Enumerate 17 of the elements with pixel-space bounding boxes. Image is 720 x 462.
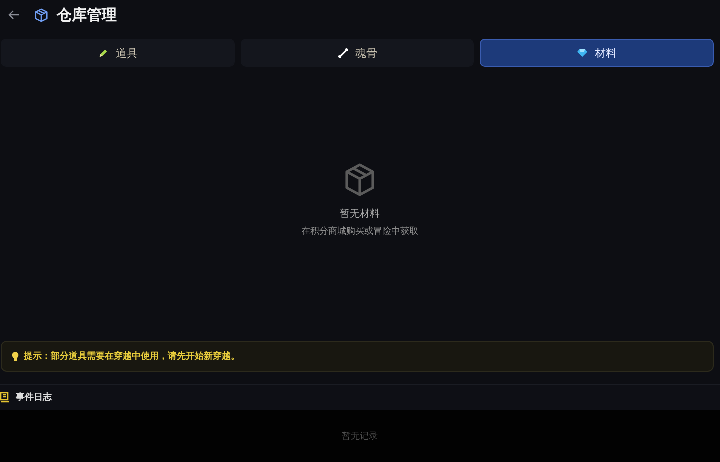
category-tab[interactable]: 材料 [480, 39, 714, 67]
empty-subtitle: 在积分商城购买或冒险中获取 [302, 226, 418, 238]
category-tab[interactable]: 道具 [1, 39, 235, 67]
lightbulb-icon [12, 352, 19, 362]
tip-text: 提示：部分道具需要在穿越中使用，请先开始新穿越。 [24, 350, 240, 363]
box-icon [344, 162, 376, 196]
page-title: 仓库管理 [57, 6, 117, 24]
bone-icon [338, 48, 348, 58]
log-title: 事件日志 [16, 391, 52, 404]
log-empty-text: 暂无记录 [342, 430, 378, 442]
category-tab[interactable]: 魂骨 [240, 39, 474, 67]
cube-icon [34, 8, 49, 22]
book-icon [0, 392, 10, 403]
back-button[interactable] [8, 9, 20, 21]
gem-icon [577, 48, 588, 58]
pencil-icon [98, 48, 109, 58]
empty-title: 暂无材料 [340, 208, 380, 220]
